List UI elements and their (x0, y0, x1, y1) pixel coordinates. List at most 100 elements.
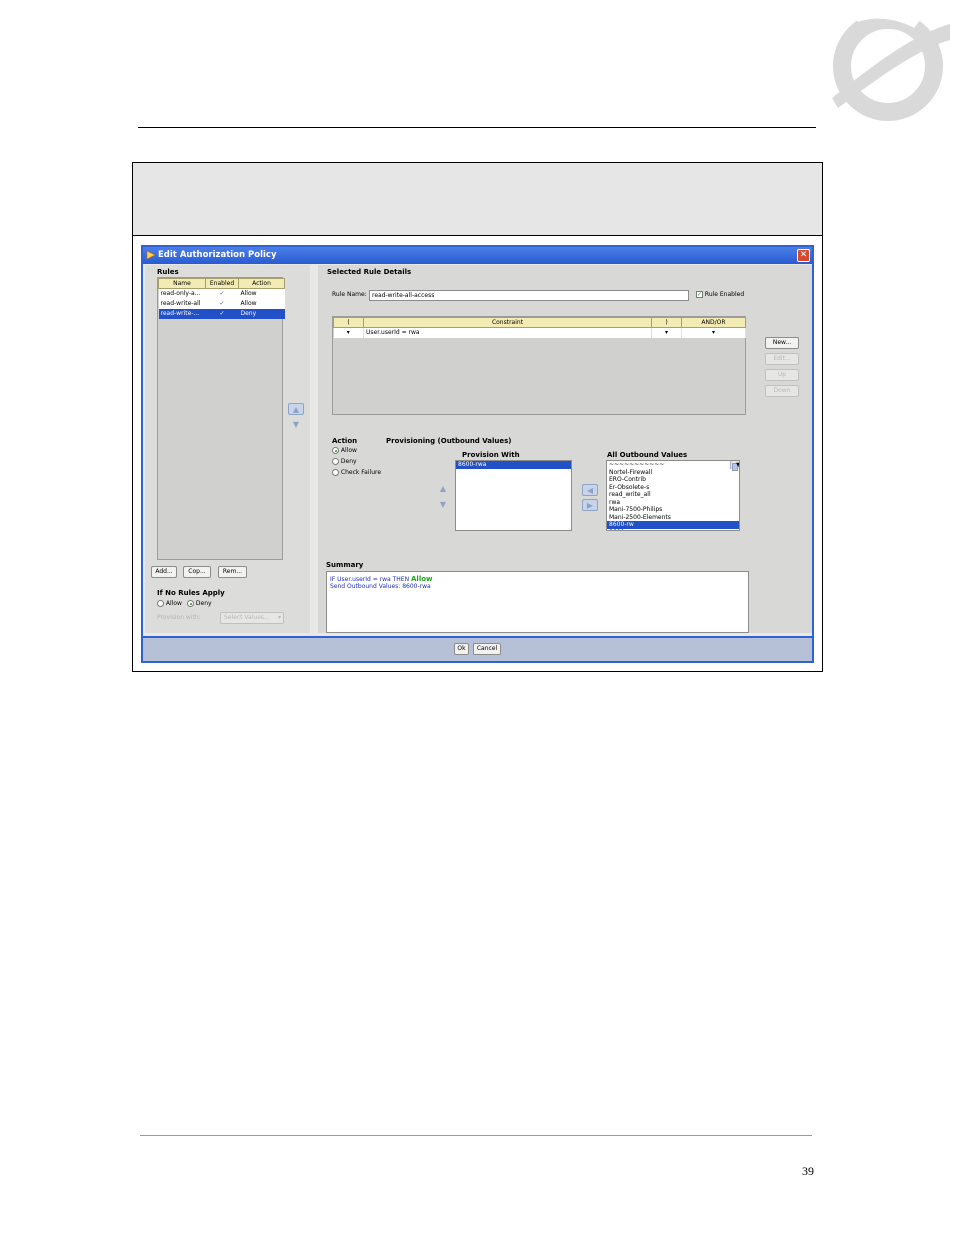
column-header-constraint[interactable]: Constraint (363, 317, 652, 328)
provisioning-label: Provisioning (Outbound Values) (386, 437, 512, 445)
summary-line-2: Send Outbound Values: 8600-rwa (330, 583, 431, 590)
all-outbound-header: All Outbound Values (607, 451, 688, 459)
rule-action: Allow (238, 298, 285, 309)
list-item[interactable]: ~~~~~~~~~~~ (607, 461, 739, 469)
summary-line-1: IF User.userId = rwa THEN Allow (330, 575, 745, 583)
constraints-table: ( Constraint ) AND/OR ▾ User.userId = rw… (333, 317, 746, 338)
rule-action: Allow (238, 288, 285, 299)
scroll-down-icon[interactable]: ▼ (733, 461, 739, 469)
rule-name: read-write-all (158, 298, 206, 309)
provision-with-list[interactable]: 8600-rwa (455, 460, 572, 531)
column-header-open-paren[interactable]: ( (333, 317, 364, 328)
dialog-footer: Ok Cancel (143, 636, 812, 661)
action-allow-option[interactable]: Allow (332, 447, 357, 454)
action-deny-radio[interactable] (332, 458, 339, 465)
action-check-failure-radio[interactable] (332, 469, 339, 476)
constraint-cell: User.userId = rwa (363, 327, 652, 338)
summary-label: Summary (326, 561, 364, 569)
footer-rule (140, 1135, 812, 1136)
action-check-failure-label: Check Failure (340, 469, 382, 476)
rule-action: Deny (238, 308, 285, 319)
rule-enabled-check-icon: ✓ (205, 308, 239, 319)
list-item[interactable]: 8600-rw (607, 529, 739, 531)
add-rule-button[interactable]: Add... (151, 566, 177, 578)
list-item[interactable]: Mani-2500-Elements (607, 514, 739, 522)
rule-name-input[interactable]: read-write-all-access (369, 290, 689, 301)
figure-caption-area (133, 163, 822, 236)
company-logo (832, 6, 950, 121)
all-outbound-list[interactable]: ~~~~~~~~~~~ Nortel-Firewall ERO-Contrib … (606, 460, 740, 531)
column-header-andor[interactable]: AND/OR (681, 317, 746, 328)
move-rule-up-icon[interactable]: ▲ (288, 403, 304, 415)
action-allow-radio[interactable] (332, 447, 339, 454)
rules-table-header: Name Enabled Action (158, 278, 285, 289)
cancel-button[interactable]: Cancel (473, 643, 501, 655)
list-item[interactable]: Mani-7500-Philips (607, 506, 739, 514)
summary-action: Allow (411, 575, 433, 583)
figure-frame: Edit Authorization Policy ✕ Rules Name E… (132, 162, 823, 672)
action-label: Action (332, 437, 358, 445)
action-deny-option[interactable]: Deny (332, 458, 357, 465)
ok-button[interactable]: Ok (454, 643, 469, 655)
provision-up-icon[interactable]: ▲ (435, 483, 451, 495)
no-rules-deny-option[interactable]: Deny (187, 600, 212, 607)
deny-radio[interactable] (187, 600, 194, 607)
column-header-enabled[interactable]: Enabled (205, 278, 239, 289)
add-value-left-icon[interactable]: ◀ (582, 484, 598, 496)
rule-details-label: Selected Rule Details (327, 268, 412, 276)
rule-name-label: Rule Name: (332, 291, 367, 298)
table-row[interactable]: read-write-... ✓ Deny (158, 308, 285, 319)
select-values-dropdown[interactable]: Select Values... ▾ (220, 612, 284, 624)
rules-table: Name Enabled Action read-only-a... ✓ All… (158, 278, 285, 319)
table-row[interactable]: read-write-all ✓ Allow (158, 298, 285, 309)
close-icon[interactable]: ✕ (797, 249, 810, 262)
action-allow-label: Allow (340, 447, 357, 454)
rules-pane: Rules Name Enabled Action read-only-a... (145, 265, 310, 633)
list-item[interactable]: 8600-rw (607, 521, 739, 529)
list-item[interactable]: read_write_all (607, 491, 739, 499)
summary-box: IF User.userId = rwa THEN Allow Send Out… (326, 571, 749, 633)
rules-label: Rules (157, 268, 179, 276)
list-item[interactable]: rwa (607, 499, 739, 507)
chevron-down-icon: ▾ (277, 614, 281, 621)
summary-condition: IF User.userId = rwa THEN (330, 576, 410, 583)
move-rule-down-icon[interactable]: ▼ (288, 419, 304, 431)
table-row[interactable]: ▾ User.userId = rwa ▾ ▾ (333, 327, 746, 338)
list-item[interactable]: Nortel-Firewall (607, 469, 739, 477)
rule-details-pane: Selected Rule Details Rule Name: read-wr… (318, 265, 812, 633)
rule-name: read-write-... (158, 308, 206, 319)
rule-enabled-option[interactable]: ✓ Rule Enabled (696, 291, 744, 298)
copy-rule-button[interactable]: Cop... (183, 566, 211, 578)
move-constraint-down-button[interactable]: Down (765, 385, 799, 397)
dialog-title: Edit Authorization Policy (158, 250, 277, 260)
allow-label: Allow (165, 600, 182, 607)
allow-radio[interactable] (157, 600, 164, 607)
table-row[interactable]: read-only-a... ✓ Allow (158, 288, 285, 299)
provision-with-label: Provision with: (157, 614, 201, 621)
dialog-titlebar[interactable]: Edit Authorization Policy ✕ (143, 247, 812, 264)
open-paren-dropdown[interactable]: ▾ (333, 327, 364, 338)
app-icon (146, 250, 156, 260)
edit-constraint-button[interactable]: Edit... (765, 353, 799, 365)
constraints-table-header: ( Constraint ) AND/OR (333, 317, 746, 328)
provision-down-icon[interactable]: ▼ (435, 499, 451, 511)
list-item[interactable]: 8600-rwa (456, 461, 571, 469)
list-item[interactable]: Er-Obsolete-s (607, 484, 739, 492)
remove-value-right-icon[interactable]: ▶ (582, 499, 598, 511)
close-paren-dropdown[interactable]: ▾ (651, 327, 682, 338)
provision-with-header: Provision With (462, 451, 520, 459)
column-header-close-paren[interactable]: ) (651, 317, 682, 328)
no-rules-allow-option[interactable]: Allow (157, 600, 182, 607)
outbound-scrollbar[interactable]: ▲ ▼ (730, 461, 739, 471)
new-constraint-button[interactable]: New... (765, 337, 799, 349)
andor-dropdown[interactable]: ▾ (681, 327, 746, 338)
list-item[interactable]: ERO-Contrib (607, 476, 739, 484)
action-check-failure-option[interactable]: Check Failure (332, 469, 381, 476)
column-header-action[interactable]: Action (238, 278, 285, 289)
page-number: 39 (802, 1164, 814, 1178)
rule-enabled-checkbox[interactable]: ✓ (696, 291, 703, 298)
move-constraint-up-button[interactable]: Up (765, 369, 799, 381)
remove-rule-button[interactable]: Rem... (218, 566, 247, 578)
rule-enabled-label: Rule Enabled (704, 291, 745, 298)
column-header-name[interactable]: Name (158, 278, 206, 289)
